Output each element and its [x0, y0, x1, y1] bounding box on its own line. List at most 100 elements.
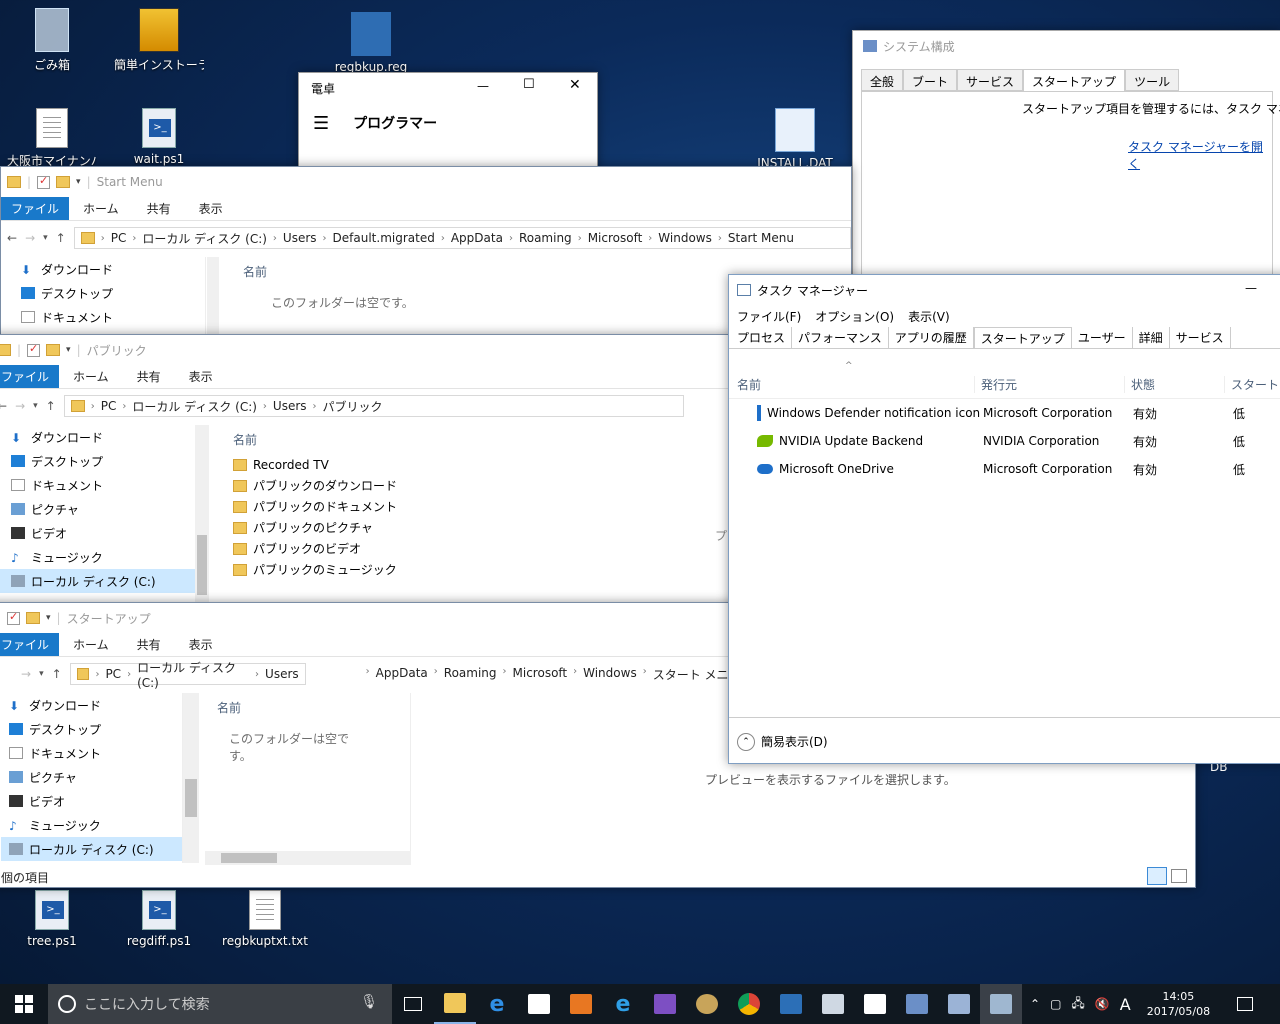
list-item[interactable]: Recorded TV — [221, 454, 421, 475]
recycle-bin-desktop-icon[interactable]: ごみ箱 — [7, 8, 97, 73]
open-task-manager-link[interactable]: タスク マネージャーを開く — [1128, 138, 1272, 172]
media-player-icon[interactable] — [560, 984, 602, 1024]
nav-item-desktop[interactable]: デスクトップ — [1, 281, 205, 305]
network-computer-icon[interactable] — [896, 984, 938, 1024]
paint-icon[interactable] — [686, 984, 728, 1024]
breadcrumb-c-drive[interactable]: ローカル ディスク (C:) — [142, 230, 267, 247]
tab-share[interactable]: 共有 — [123, 633, 175, 656]
scrollbar-thumb[interactable] — [221, 853, 277, 863]
nav-item-pictures[interactable]: ピクチャ — [0, 497, 195, 521]
breadcrumb-pc[interactable]: PC — [111, 231, 127, 245]
file-explorer-icon[interactable] — [434, 984, 476, 1024]
properties-icon[interactable] — [37, 174, 51, 189]
qat-dropdown-icon[interactable]: ▾ — [46, 613, 51, 623]
nav-item-documents[interactable]: ドキュメント — [1, 741, 182, 765]
tab-processes[interactable]: プロセス — [731, 327, 793, 348]
tab-share[interactable]: 共有 — [123, 365, 175, 388]
back-arrow-icon[interactable]: ← — [7, 231, 17, 245]
menu-options[interactable]: オプション(O) — [815, 308, 894, 325]
tray-window-icon[interactable]: ▢ — [1050, 997, 1061, 1011]
store-icon[interactable] — [518, 984, 560, 1024]
horizontal-scrollbar[interactable] — [205, 851, 411, 865]
new-folder-icon[interactable] — [46, 344, 61, 356]
table-row[interactable]: Microsoft OneDrive Microsoft Corporation… — [729, 455, 1280, 483]
tab-boot[interactable]: ブート — [903, 69, 958, 91]
system-config-icon[interactable] — [938, 984, 980, 1024]
tab-home[interactable]: ホーム — [69, 197, 133, 220]
tab-file[interactable]: ファイル — [0, 633, 60, 656]
column-name[interactable]: 名前 — [729, 376, 975, 393]
breadcrumb-continued[interactable]: › AppData › Roaming › Microsoft › Windows › ス… — [366, 666, 729, 683]
recent-dropdown-icon[interactable]: ▾ — [39, 669, 44, 679]
tab-general[interactable]: 全般 — [861, 69, 904, 91]
nav-item-pictures[interactable]: ピクチャ — [1, 765, 182, 789]
action-center-icon[interactable] — [1224, 984, 1266, 1024]
install-dat-desktop-icon[interactable]: INSTALL.DAT — [750, 108, 840, 170]
mynumber-desktop-icon[interactable]: 大阪市マイナンバー通 — [7, 108, 97, 169]
list-item[interactable]: パブリックのドキュメント — [221, 496, 421, 517]
column-header-name[interactable]: 名前 — [231, 257, 454, 286]
easy-installer-desktop-icon[interactable]: 簡単インストーラ — [114, 8, 204, 73]
tab-tools[interactable]: ツール — [1125, 69, 1180, 91]
tab-services[interactable]: サービス — [1170, 327, 1231, 348]
nav-item-videos[interactable]: ビデオ — [1, 789, 182, 813]
breadcrumb-appdata[interactable]: AppData — [451, 231, 503, 245]
tab-performance[interactable]: パフォーマンス — [792, 327, 889, 348]
visual-studio-icon[interactable] — [644, 984, 686, 1024]
tab-view[interactable]: 表示 — [175, 365, 227, 388]
new-folder-icon[interactable] — [26, 612, 40, 624]
tree-ps1-desktop-icon[interactable]: tree.ps1 — [7, 890, 97, 948]
nav-item-desktop[interactable]: デスクトップ — [0, 449, 195, 473]
tab-view[interactable]: 表示 — [185, 197, 237, 220]
large-icons-view-button[interactable] — [1171, 869, 1187, 883]
breadcrumb-microsoft[interactable]: Microsoft — [588, 231, 643, 245]
breadcrumb-start-menu[interactable]: Start Menu — [728, 231, 794, 245]
column-publisher[interactable]: 発行元 — [975, 376, 1125, 393]
microphone-icon[interactable]: 🎙 — [360, 994, 378, 1010]
breadcrumb-default-migrated[interactable]: Default.migrated — [333, 231, 435, 245]
minimize-button[interactable]: — — [477, 79, 489, 93]
properties-icon[interactable] — [27, 342, 41, 357]
column-header-name[interactable]: 名前 — [221, 425, 421, 454]
regbkup-reg-desktop-icon[interactable]: regbkup.reg — [326, 12, 416, 74]
scrollbar-thumb[interactable] — [185, 779, 197, 817]
edge-icon[interactable]: e — [476, 984, 518, 1024]
breadcrumb-start-menu-partial[interactable]: スタート メニ — [653, 666, 729, 683]
properties-icon[interactable] — [7, 610, 20, 625]
nav-item-desktop[interactable]: デスクトップ — [1, 717, 182, 741]
up-arrow-icon[interactable]: ↑ — [52, 667, 62, 681]
chrome-icon[interactable] — [728, 984, 770, 1024]
breadcrumb-windows[interactable]: Windows — [658, 231, 712, 245]
task-manager-taskbar-icon[interactable] — [980, 984, 1022, 1024]
regbkuptxt-desktop-icon[interactable]: regbkuptxt.txt — [220, 890, 310, 948]
nav-item-c-drive[interactable]: ローカル ディスク (C:) — [1, 837, 182, 861]
back-arrow-icon[interactable]: ← — [0, 399, 7, 413]
column-status[interactable]: 状態 — [1125, 376, 1225, 393]
nav-item-c-drive[interactable]: ローカル ディスク (C:) — [0, 569, 195, 593]
tab-view[interactable]: 表示 — [175, 633, 227, 656]
nav-item-music[interactable]: ♪ ミュージック — [1, 813, 182, 837]
recent-dropdown-icon[interactable]: ▾ — [43, 233, 48, 243]
menu-file[interactable]: ファイル(F) — [737, 308, 801, 325]
nav-item-documents[interactable]: ドキュメント — [1, 305, 205, 329]
breadcrumb-public[interactable]: パブリック — [323, 398, 383, 415]
column-startup-impact[interactable]: スタートアッ — [1225, 376, 1280, 393]
tab-home[interactable]: ホーム — [59, 633, 123, 656]
recent-dropdown-icon[interactable]: ▾ — [33, 401, 38, 411]
nav-item-downloads[interactable]: ⬇ ダウンロード — [1, 257, 205, 281]
tab-file[interactable]: ファイル — [0, 365, 60, 388]
table-row[interactable]: Windows Defender notification icon Micro… — [729, 399, 1280, 427]
search-box[interactable]: ここに入力して検索 🎙 — [48, 984, 392, 1024]
breadcrumb-roaming[interactable]: Roaming — [519, 231, 572, 245]
nav-scrollbar[interactable] — [195, 425, 209, 603]
clock[interactable]: 14:05 2017/05/08 — [1147, 989, 1210, 1019]
ime-indicator[interactable]: A — [1120, 995, 1131, 1014]
maximize-button[interactable]: ☐ — [523, 77, 535, 92]
tab-startup[interactable]: スタートアップ — [1023, 69, 1126, 91]
breadcrumb-microsoft[interactable]: Microsoft — [513, 666, 568, 683]
nav-item-downloads[interactable]: ⬇ ダウンロード — [1, 693, 182, 717]
tab-users[interactable]: ユーザー — [1072, 327, 1133, 348]
nav-item-music[interactable]: ♪ ミュージック — [0, 545, 195, 569]
tab-file[interactable]: ファイル — [1, 197, 70, 220]
fewer-details-button[interactable]: 簡易表示(D) — [761, 733, 828, 750]
